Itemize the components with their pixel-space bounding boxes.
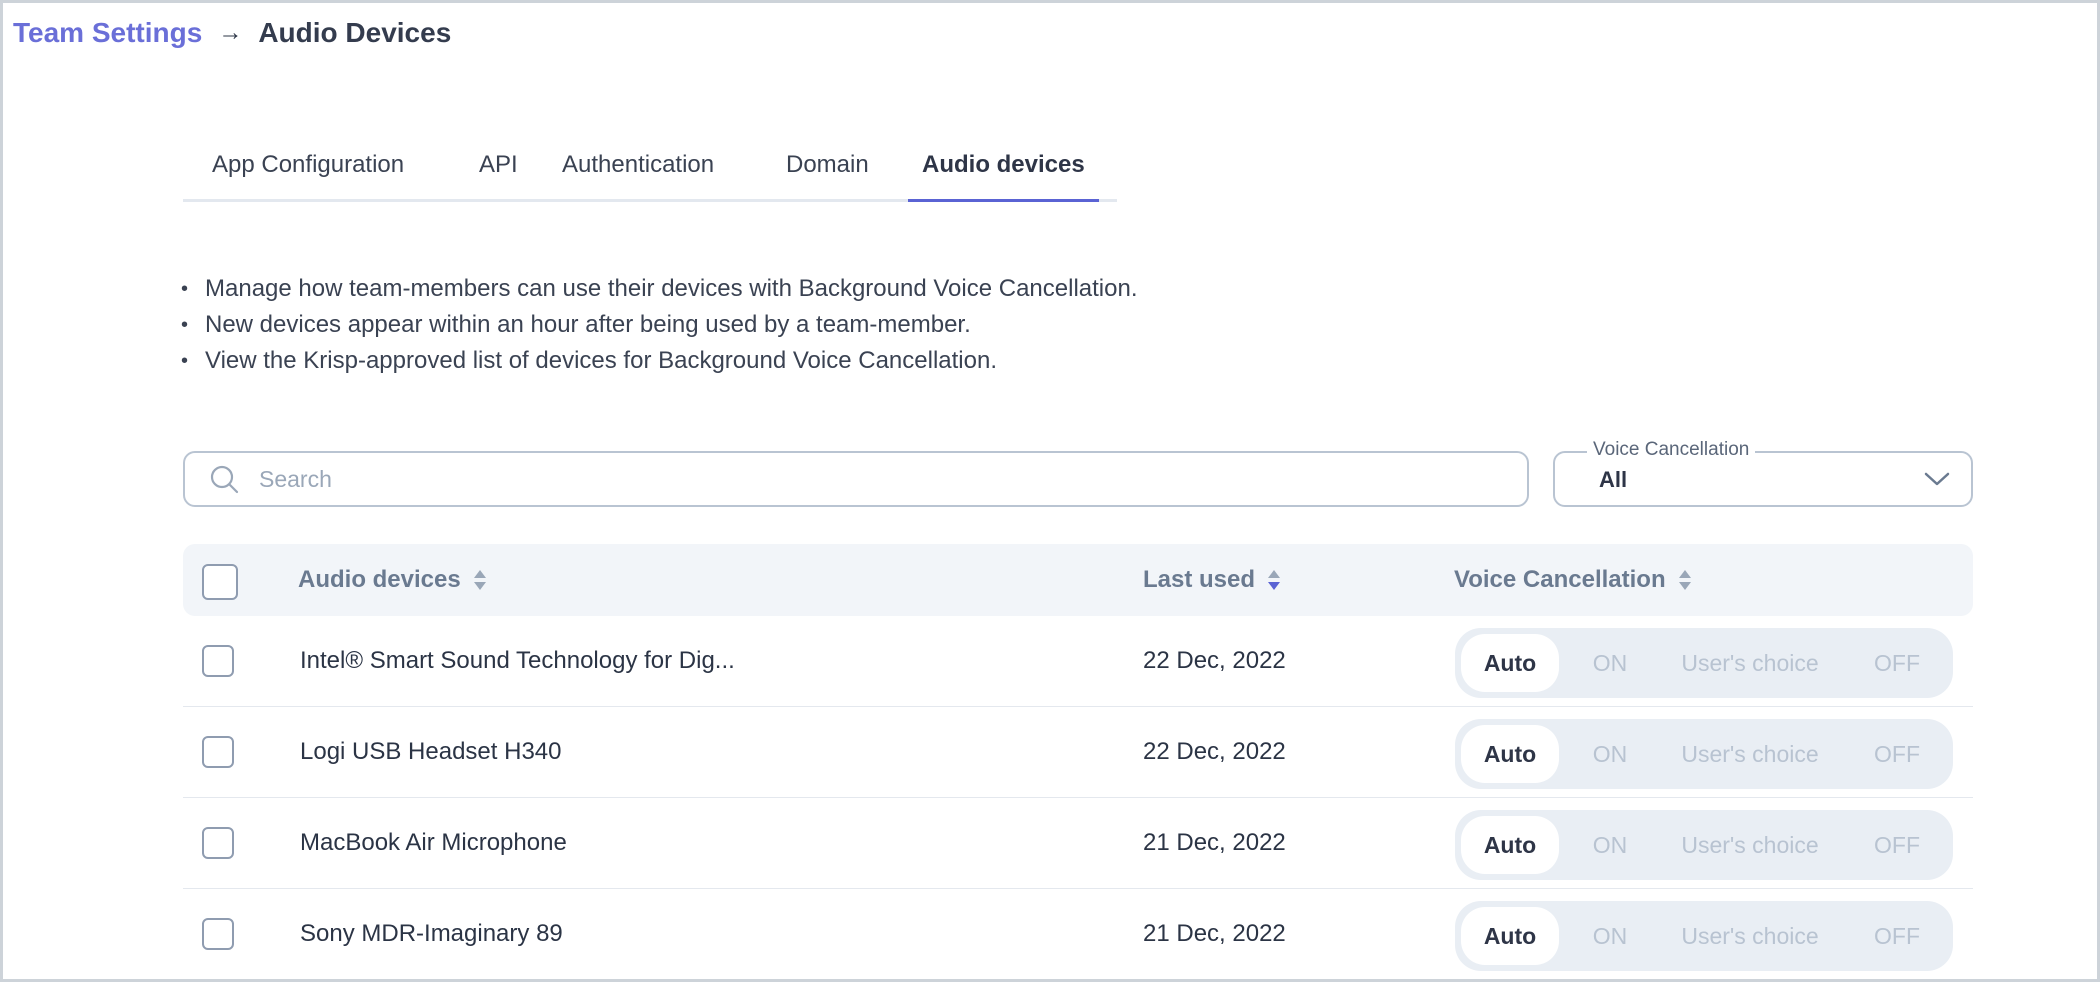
column-header-audio-devices[interactable]: Audio devices — [298, 544, 487, 616]
device-name: Sony MDR-Imaginary 89 — [300, 920, 563, 947]
tab-api[interactable]: API — [479, 145, 518, 199]
column-header-label: Voice Cancellation — [1454, 566, 1666, 593]
row-checkbox[interactable] — [202, 918, 234, 950]
search-box — [183, 451, 1529, 507]
option-off[interactable]: OFF — [1857, 907, 1937, 965]
info-text: View the Krisp-approved list of devices … — [205, 347, 997, 374]
select-all-checkbox[interactable] — [202, 564, 238, 600]
option-on[interactable]: ON — [1575, 725, 1645, 783]
page-title: Audio Devices — [258, 17, 452, 48]
filter-value: All — [1599, 467, 1628, 492]
voice-cancellation-toggle: Auto ON User's choice OFF — [1455, 901, 1953, 971]
option-on[interactable]: ON — [1575, 907, 1645, 965]
breadcrumb-team-settings-link[interactable]: Team Settings — [13, 17, 202, 49]
search-input[interactable] — [257, 464, 1461, 494]
info-list: • Manage how team-members can use their … — [181, 271, 1137, 379]
filter-label: Voice Cancellation — [1587, 439, 1756, 461]
table-row: Intel® Smart Sound Technology for Dig...… — [183, 616, 1973, 707]
device-name: Intel® Smart Sound Technology for Dig... — [300, 647, 735, 674]
option-off[interactable]: OFF — [1857, 725, 1937, 783]
info-item: • Manage how team-members can use their … — [181, 271, 1137, 307]
device-name: Logi USB Headset H340 — [300, 738, 562, 765]
info-item: • New devices appear within an hour afte… — [181, 307, 1137, 343]
device-name: MacBook Air Microphone — [300, 829, 567, 856]
breadcrumb-separator: → — [218, 19, 243, 46]
devices-table: Audio devices Last used Voice Cancellati… — [183, 544, 1973, 979]
sort-icon — [473, 570, 486, 590]
voice-cancellation-toggle: Auto ON User's choice OFF — [1455, 810, 1953, 880]
option-on[interactable]: ON — [1575, 816, 1645, 874]
option-users-choice[interactable]: User's choice — [1665, 725, 1835, 783]
tab-audio-devices[interactable]: Audio devices — [908, 145, 1099, 202]
option-off[interactable]: OFF — [1857, 634, 1937, 692]
option-auto[interactable]: Auto — [1461, 634, 1559, 692]
column-header-label: Audio devices — [298, 566, 461, 593]
column-header-voice-cancellation[interactable]: Voice Cancellation — [1454, 544, 1692, 616]
last-used-date: 21 Dec, 2022 — [1143, 920, 1286, 947]
row-checkbox[interactable] — [202, 827, 234, 859]
table-row: Sony MDR-Imaginary 89 21 Dec, 2022 Auto … — [183, 889, 1973, 979]
chevron-down-icon — [1924, 472, 1950, 486]
table-row: Logi USB Headset H340 22 Dec, 2022 Auto … — [183, 707, 1973, 798]
tab-app-configuration[interactable]: App Configuration — [212, 145, 404, 199]
bullet-icon: • — [181, 278, 189, 300]
option-auto[interactable]: Auto — [1461, 816, 1559, 874]
voice-cancellation-toggle: Auto ON User's choice OFF — [1455, 628, 1953, 698]
table-row: MacBook Air Microphone 21 Dec, 2022 Auto… — [183, 798, 1973, 889]
option-off[interactable]: OFF — [1857, 816, 1937, 874]
voice-cancellation-filter[interactable]: Voice Cancellation All — [1553, 439, 1973, 507]
bullet-icon: • — [181, 314, 189, 336]
option-users-choice[interactable]: User's choice — [1665, 634, 1835, 692]
app-frame: Team Settings → Audio Devices App Config… — [0, 0, 2100, 982]
tab-domain[interactable]: Domain — [786, 145, 869, 199]
last-used-date: 22 Dec, 2022 — [1143, 647, 1286, 674]
info-item: • View the Krisp-approved list of device… — [181, 343, 1137, 379]
sort-icon — [1678, 570, 1691, 590]
info-text: New devices appear within an hour after … — [205, 311, 971, 338]
search-icon — [210, 465, 239, 494]
voice-cancellation-toggle: Auto ON User's choice OFF — [1455, 719, 1953, 789]
option-auto[interactable]: Auto — [1461, 907, 1559, 965]
breadcrumb: Team Settings → Audio Devices — [13, 17, 451, 49]
option-auto[interactable]: Auto — [1461, 725, 1559, 783]
settings-tabs: App Configuration API Authentication Dom… — [183, 145, 1117, 202]
row-checkbox[interactable] — [202, 736, 234, 768]
option-users-choice[interactable]: User's choice — [1665, 816, 1835, 874]
tab-authentication[interactable]: Authentication — [562, 145, 714, 199]
bullet-icon: • — [181, 350, 189, 372]
option-users-choice[interactable]: User's choice — [1665, 907, 1835, 965]
last-used-date: 22 Dec, 2022 — [1143, 738, 1286, 765]
sort-desc-icon — [1268, 570, 1281, 590]
table-header: Audio devices Last used Voice Cancellati… — [183, 544, 1973, 616]
column-header-last-used[interactable]: Last used — [1143, 544, 1281, 616]
last-used-date: 21 Dec, 2022 — [1143, 829, 1286, 856]
option-on[interactable]: ON — [1575, 634, 1645, 692]
row-checkbox[interactable] — [202, 645, 234, 677]
info-text: Manage how team-members can use their de… — [205, 275, 1138, 302]
column-header-label: Last used — [1143, 566, 1256, 593]
